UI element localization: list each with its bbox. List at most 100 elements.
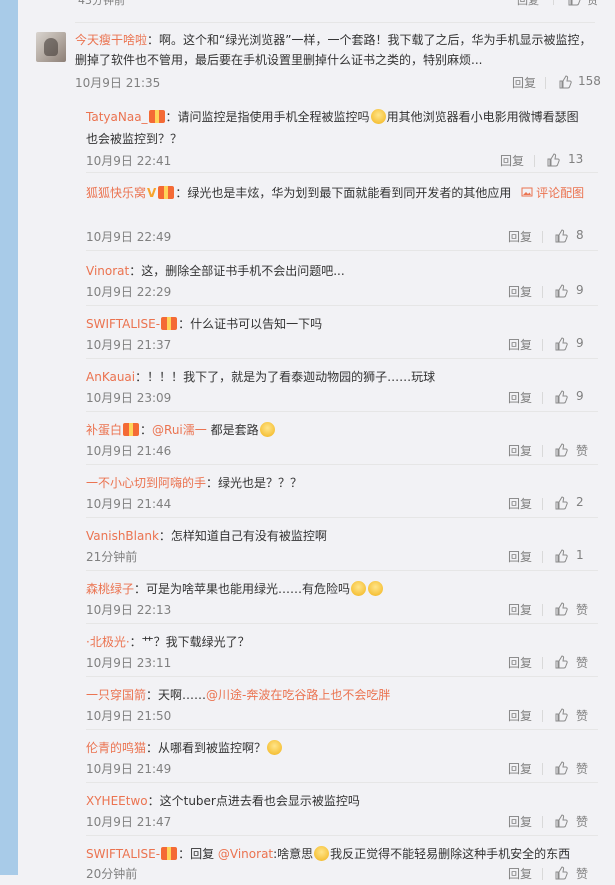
username-link[interactable]: Vinorat	[86, 264, 129, 278]
reply-button[interactable]: 回复	[508, 760, 532, 777]
reply-text: XYHEEtwo：这个tuber点进去看也会显示被监控吗	[86, 790, 586, 812]
username-link[interactable]: SWIFTALISE-	[86, 317, 160, 331]
reply-text: AnKauai：！！！我下了，就是为了看泰迦动物园的狮子……玩球	[86, 366, 586, 388]
username-link[interactable]: 森桃绿子	[86, 582, 134, 596]
mention-link[interactable]: @Vinorat	[218, 847, 273, 861]
username-link[interactable]: 狐狐快乐窝	[86, 186, 146, 200]
reply-text: 一不小心切到阿嗨的手：绿光也是？？？	[86, 472, 586, 494]
thumb-up-icon[interactable]	[546, 153, 560, 167]
reply-time: 10月9日 21:49	[86, 762, 172, 776]
comment-time: 10月9日 21:35	[75, 76, 161, 90]
thumb-up-icon[interactable]	[554, 229, 568, 243]
reply-item: TatyaNaa_ ：请问监控是指使用手机全程被监控吗 用其他浏览器看小电影用微博看…	[86, 98, 598, 170]
username-link[interactable]: TatyaNaa_	[86, 110, 148, 124]
comment-time: 43分钟前	[78, 0, 125, 7]
reply-time: 10月9日 23:11	[86, 656, 172, 670]
action-separator	[545, 77, 546, 89]
username-link[interactable]: SWIFTALISE-	[86, 847, 160, 861]
like-count: 赞	[576, 656, 589, 670]
username-link[interactable]: 补蛋白	[86, 423, 122, 437]
reply-button[interactable]: 回复	[508, 654, 532, 671]
previous-actions: 回复 赞	[517, 0, 598, 8]
reply-button[interactable]: 回复	[508, 548, 532, 565]
reply-time: 10月9日 22:41	[86, 154, 172, 168]
mention-link[interactable]: @Rui濡一	[152, 423, 207, 437]
reply-body: ：绿光也是？？？	[206, 476, 303, 490]
reply-body: ：请问监控是指使用手机全程被监控吗	[165, 110, 370, 124]
avatar[interactable]	[36, 32, 66, 62]
reply-button[interactable]: 回复	[508, 336, 532, 353]
like-count: 赞	[576, 762, 589, 776]
thumb-up-icon[interactable]	[554, 549, 568, 563]
reply-text: 森桃绿子：可是为啥苹果也能用绿光……有危险吗	[86, 578, 586, 600]
reply-item: VanishBlank：怎样知道自己有没有被监控啊 21分钟前 回复 1	[86, 517, 598, 568]
username-link[interactable]: XYHEEtwo	[86, 794, 148, 808]
reply-button[interactable]: 回复	[512, 74, 536, 91]
mention-link[interactable]: @川途-奔波在吃谷路上也不会吃胖	[206, 688, 390, 702]
reply-meta: 10月9日 23:11 回复 赞	[86, 654, 589, 674]
emoji-icon	[259, 422, 275, 437]
emoji-icon	[370, 109, 386, 124]
reply-meta: 21分钟前 回复 1	[86, 548, 586, 568]
thumb-up-icon[interactable]	[554, 284, 568, 298]
username-link[interactable]: 今天瘦干啥啦	[75, 33, 147, 47]
thumb-up-icon[interactable]	[554, 443, 568, 457]
reply-button[interactable]: 回复	[508, 442, 532, 459]
action-separator	[542, 392, 543, 404]
reply-text: 狐狐快乐窝V ：绿光也是丰炫，华为划到最下面就能看到同开发者的其他应用 评论配图	[86, 182, 586, 204]
reply-button[interactable]: 回复	[508, 707, 532, 724]
reply-button[interactable]: 回复	[508, 283, 532, 300]
thumb-up-icon[interactable]	[554, 390, 568, 404]
reply-button[interactable]: 回复	[508, 601, 532, 618]
reply-body: ：怎样知道自己有没有被监控啊	[158, 529, 327, 543]
comment-text: 今天瘦干啥啦：啊。这个和“绿光浏览器”一样，一个套路！我下载了之后，华为手机显示…	[75, 30, 595, 70]
gift-badge-icon	[123, 423, 140, 436]
reply-button[interactable]: 回复	[508, 813, 532, 830]
action-separator	[542, 763, 543, 775]
comment-image-link[interactable]: 评论配图	[515, 186, 584, 200]
thumb-up-icon[interactable]	[554, 708, 568, 722]
like-count: 赞	[576, 867, 589, 881]
reply-button[interactable]: 回复	[508, 865, 532, 882]
thumb-up-icon[interactable]	[558, 75, 572, 89]
action-separator	[542, 657, 543, 669]
reply-button[interactable]: 回复	[500, 152, 524, 169]
action-separator	[542, 604, 543, 616]
username-link[interactable]: ·北极光·	[86, 635, 130, 649]
reply-button[interactable]: 回复	[508, 495, 532, 512]
reply-text: 补蛋白 ：@Rui濡一 都是套路	[86, 419, 586, 441]
reply-text: SWIFTALISE- ：回复 @Vinorat:啥意思 我反正觉得不能轻易删除这种…	[86, 843, 586, 865]
thumb-up-icon[interactable]	[554, 655, 568, 669]
username-link[interactable]: 一只穿国箭	[86, 688, 146, 702]
reply-body: ：天啊……	[146, 688, 207, 702]
divider	[86, 172, 598, 173]
reply-button[interactable]: 回复	[508, 389, 532, 406]
thumb-up-icon[interactable]	[554, 602, 568, 616]
reply-button[interactable]: 回复	[517, 0, 539, 7]
thumb-up-icon[interactable]	[554, 496, 568, 510]
username-link[interactable]: 一不小心切到阿嗨的手	[86, 476, 206, 490]
reply-text: SWIFTALISE- ：什么证书可以告知一下吗	[86, 313, 586, 335]
reply-button[interactable]: 回复	[508, 228, 532, 245]
gift-badge-icon	[148, 110, 165, 123]
thumb-up-icon[interactable]	[554, 814, 568, 828]
divider	[86, 250, 598, 251]
username-link[interactable]: 伦青的鸣猫	[86, 741, 146, 755]
username-link[interactable]: VanishBlank	[86, 529, 159, 543]
like-count: 8	[576, 228, 584, 242]
username-link[interactable]: AnKauai	[86, 370, 135, 384]
like-button[interactable]: 赞	[567, 0, 598, 7]
thumb-up-icon[interactable]	[554, 761, 568, 775]
reply-body: ：！！！我下了，就是为了看泰迦动物园的狮子……玩球	[135, 370, 436, 384]
comment-body: ：啊。这个和“绿光浏览器”一样，一个套路！我下载了之后，华为手机显示被监控，删掉…	[75, 33, 592, 67]
reply-item: 一只穿国箭：天啊……@川途-奔波在吃谷路上也不会吃胖 10月9日 21:50 回…	[86, 676, 598, 727]
action-separator	[542, 445, 543, 457]
reply-body: ：这，删除全部证书手机不会出问题吧...	[129, 264, 345, 278]
action-separator	[552, 0, 554, 5]
verified-v-icon: V	[147, 186, 157, 200]
thumb-up-icon[interactable]	[554, 866, 568, 880]
reply-time: 10月9日 22:13	[86, 603, 172, 617]
comment-panel: 43分钟前 回复 赞 今天瘦干啥啦：啊。这个和“绿光浏览器”一样，一个套路！我下…	[18, 0, 615, 881]
thumb-up-icon[interactable]	[554, 337, 568, 351]
like-count: 赞	[576, 709, 589, 723]
